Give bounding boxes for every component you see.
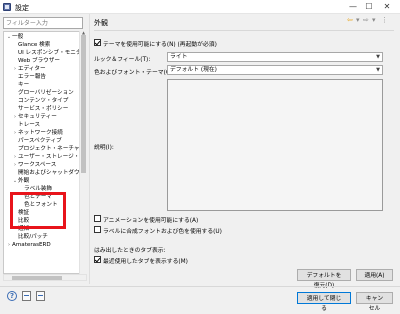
tabs-group-label: はみ出したときのタブ表示: bbox=[94, 248, 166, 254]
tree-item-label: AmaterasERD bbox=[12, 242, 51, 248]
tree-item-label: コンテンツ・タイプ bbox=[18, 98, 69, 104]
footer-separator bbox=[0, 286, 400, 287]
tree-item-label: 開始およびシャットダウン bbox=[18, 170, 80, 176]
label-color-label: ラベルに合成フォントおよび色を使用する(U) bbox=[103, 229, 222, 235]
look-feel-select[interactable]: ライト ▼ bbox=[167, 52, 383, 62]
title-separator bbox=[94, 30, 394, 31]
description-label: 説明(I): bbox=[94, 145, 114, 151]
tree-item-label: 外観 bbox=[18, 178, 30, 184]
back-arrow-icon[interactable]: ⇦ bbox=[347, 16, 353, 24]
tree-item-label: 色とフォント bbox=[24, 202, 58, 208]
forward-menu-icon[interactable]: ▾ bbox=[372, 16, 376, 24]
tree-item-label: ユーザー・ストレージ・サー bbox=[18, 154, 80, 160]
color-font-theme-value: デフォルト (現在) bbox=[170, 67, 217, 73]
tree-item-label: エディター bbox=[18, 66, 46, 72]
page-title: 外観 bbox=[94, 19, 108, 27]
tree-item-label: エラー報告 bbox=[18, 74, 46, 80]
tree-item-label: キー bbox=[18, 82, 30, 88]
tree-vertical-scrollbar[interactable]: ▲ bbox=[79, 31, 87, 274]
tree-item-label: トレース bbox=[18, 122, 41, 128]
recent-tabs-checkbox[interactable] bbox=[94, 256, 101, 263]
look-feel-label: ルック＆フィール(T): bbox=[94, 57, 151, 63]
tree-item-label: パースペクティブ bbox=[18, 138, 62, 144]
apply-and-close-button[interactable]: 適用して閉じる bbox=[297, 292, 351, 312]
help-icon[interactable]: ? bbox=[7, 291, 17, 301]
apply-button[interactable]: 適用(A) bbox=[356, 269, 393, 281]
color-font-theme-label: 色およびフォント・テーマ(C): bbox=[94, 70, 175, 76]
tree-item-label: プロジェクト・ネーチャー bbox=[18, 146, 80, 152]
animations-label: アニメーションを使用可能にする(A) bbox=[103, 218, 199, 224]
minimize-button[interactable]: — bbox=[346, 1, 360, 13]
preference-tree[interactable]: ⌄一般Glance 検索UI レスポンシブ・モニターWeb ブラウザー›エディタ… bbox=[3, 31, 80, 274]
theme-enable-checkbox[interactable] bbox=[94, 39, 101, 46]
window-title: 設定 bbox=[15, 4, 29, 12]
scrollbar-thumb[interactable] bbox=[81, 35, 86, 173]
animations-checkbox[interactable] bbox=[94, 215, 101, 222]
tree-item-label: 比較/パッチ bbox=[18, 234, 48, 240]
description-area bbox=[167, 79, 383, 211]
chevron-down-icon: ▼ bbox=[376, 67, 380, 73]
title-bar: 設定 — ☐ ✕ bbox=[0, 0, 400, 14]
tree-item-label: Web ブラウザー bbox=[18, 58, 60, 64]
color-font-theme-select[interactable]: デフォルト (現在) ▼ bbox=[167, 65, 383, 75]
tree-item-label: 一般 bbox=[12, 34, 24, 40]
tree-item-label: 比較 bbox=[18, 218, 30, 224]
back-menu-icon[interactable]: ▾ bbox=[356, 16, 360, 24]
tree-item-label: 色とテーマ bbox=[24, 194, 52, 200]
export-icon[interactable] bbox=[36, 291, 45, 301]
restore-defaults-button[interactable]: デフォルトを復元(D) bbox=[297, 269, 351, 289]
recent-tabs-label: 最近使用したタブを表示する(M) bbox=[103, 259, 188, 265]
chevron-down-icon: ▼ bbox=[376, 54, 380, 60]
tree-item-label: Glance 検索 bbox=[18, 42, 51, 48]
tree-item-label: ラベル装飾 bbox=[24, 186, 52, 192]
label-color-checkbox[interactable] bbox=[94, 226, 101, 233]
tree-horizontal-scrollbar[interactable] bbox=[3, 274, 87, 281]
tree-item-label: UI レスポンシブ・モニター bbox=[18, 50, 79, 56]
tree-item-label: ワークスペース bbox=[18, 162, 57, 168]
close-button[interactable]: ✕ bbox=[380, 1, 394, 13]
filter-input[interactable] bbox=[3, 17, 83, 29]
pane-divider[interactable] bbox=[89, 14, 90, 284]
forward-arrow-icon[interactable]: ⇨ bbox=[363, 16, 369, 24]
tree-item-label: サービス・ポリシー bbox=[18, 106, 69, 112]
tree-item-label: ネットワーク接続 bbox=[18, 130, 63, 136]
tree-item-label: セキュリティー bbox=[18, 114, 57, 120]
import-icon[interactable] bbox=[22, 291, 31, 301]
scrollbar-thumb[interactable] bbox=[12, 276, 62, 280]
cancel-button[interactable]: キャンセル bbox=[356, 292, 393, 312]
app-icon bbox=[3, 3, 11, 11]
maximize-button[interactable]: ☐ bbox=[362, 1, 376, 13]
view-menu-icon[interactable]: ⋮ bbox=[381, 16, 388, 24]
tree-item-label: 検証 bbox=[18, 210, 30, 216]
theme-enable-label: テーマを使用可能にする(N) (再起動が必須) bbox=[103, 42, 217, 48]
tree-item-label: 通知 bbox=[18, 226, 30, 232]
look-feel-value: ライト bbox=[170, 54, 188, 60]
tree-item-label: グローバリゼーション bbox=[18, 90, 74, 96]
